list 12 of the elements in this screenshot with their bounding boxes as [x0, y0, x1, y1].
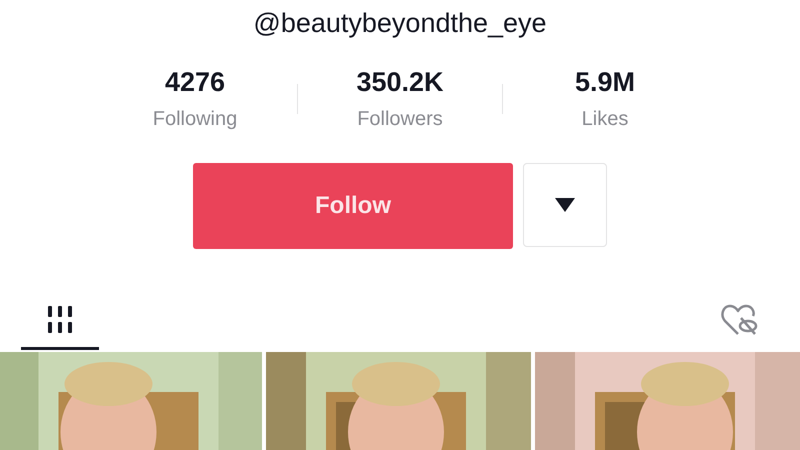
more-button[interactable] [523, 163, 607, 247]
grid-icon [45, 304, 75, 334]
stat-label: Followers [357, 108, 443, 131]
stat-value: 5.9M [574, 67, 636, 98]
stat-label: Likes [582, 108, 628, 131]
stat-value: 4276 [164, 67, 226, 98]
username: @beautybeyondthe_eye [253, 8, 547, 39]
stat-value: 350.2K [356, 67, 444, 98]
hidden-heart-icon [721, 302, 759, 336]
follow-button[interactable]: Follow [193, 163, 513, 249]
stat-label: Following [152, 108, 238, 131]
caret-icon [555, 198, 575, 212]
